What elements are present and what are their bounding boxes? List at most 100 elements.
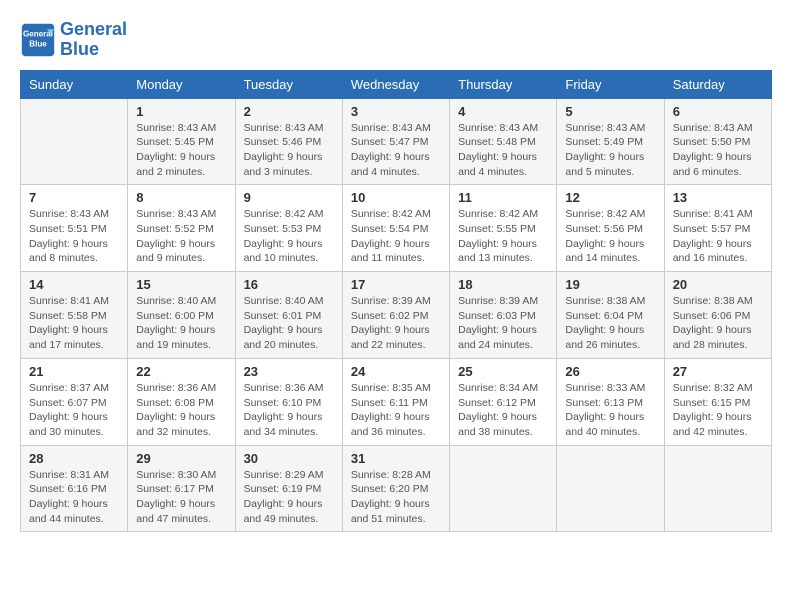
calendar-cell: 13 Sunrise: 8:41 AMSunset: 5:57 PMDayligh… bbox=[664, 185, 771, 272]
day-info: Sunrise: 8:40 AMSunset: 6:01 PMDaylight:… bbox=[244, 294, 334, 353]
day-info: Sunrise: 8:42 AMSunset: 5:55 PMDaylight:… bbox=[458, 207, 548, 266]
day-number: 1 bbox=[136, 104, 226, 119]
day-number: 10 bbox=[351, 190, 441, 205]
day-info: Sunrise: 8:43 AMSunset: 5:52 PMDaylight:… bbox=[136, 207, 226, 266]
day-info: Sunrise: 8:42 AMSunset: 5:54 PMDaylight:… bbox=[351, 207, 441, 266]
day-info: Sunrise: 8:42 AMSunset: 5:56 PMDaylight:… bbox=[565, 207, 655, 266]
calendar-cell bbox=[664, 445, 771, 532]
day-number: 25 bbox=[458, 364, 548, 379]
calendar-cell: 25 Sunrise: 8:34 AMSunset: 6:12 PMDayligh… bbox=[450, 358, 557, 445]
day-info: Sunrise: 8:43 AMSunset: 5:47 PMDaylight:… bbox=[351, 121, 441, 180]
day-number: 15 bbox=[136, 277, 226, 292]
header: General Blue General Blue bbox=[20, 20, 772, 60]
day-info: Sunrise: 8:41 AMSunset: 5:57 PMDaylight:… bbox=[673, 207, 763, 266]
weekday-header-saturday: Saturday bbox=[664, 70, 771, 98]
day-number: 9 bbox=[244, 190, 334, 205]
weekday-header-wednesday: Wednesday bbox=[342, 70, 449, 98]
week-row-2: 7Sunrise: 8:43 AMSunset: 5:51 PMDaylight… bbox=[21, 185, 772, 272]
day-info: Sunrise: 8:42 AMSunset: 5:53 PMDaylight:… bbox=[244, 207, 334, 266]
day-info: Sunrise: 8:43 AMSunset: 5:45 PMDaylight:… bbox=[136, 121, 226, 180]
logo-text: General Blue bbox=[60, 20, 127, 60]
calendar-table: SundayMondayTuesdayWednesdayThursdayFrid… bbox=[20, 70, 772, 533]
day-info: Sunrise: 8:37 AMSunset: 6:07 PMDaylight:… bbox=[29, 381, 119, 440]
logo-icon: General Blue bbox=[20, 22, 56, 58]
day-number: 4 bbox=[458, 104, 548, 119]
week-row-1: 1 Sunrise: 8:43 AMSunset: 5:45 PMDaylight… bbox=[21, 98, 772, 185]
day-number: 6 bbox=[673, 104, 763, 119]
weekday-header-monday: Monday bbox=[128, 70, 235, 98]
calendar-cell: 12 Sunrise: 8:42 AMSunset: 5:56 PMDayligh… bbox=[557, 185, 664, 272]
day-info: Sunrise: 8:43 AMSunset: 5:48 PMDaylight:… bbox=[458, 121, 548, 180]
day-info: Sunrise: 8:31 AMSunset: 6:16 PMDaylight:… bbox=[29, 468, 119, 527]
day-number: 23 bbox=[244, 364, 334, 379]
calendar-cell: 24 Sunrise: 8:35 AMSunset: 6:11 PMDayligh… bbox=[342, 358, 449, 445]
calendar-cell bbox=[450, 445, 557, 532]
day-number: 11 bbox=[458, 190, 548, 205]
day-number: 17 bbox=[351, 277, 441, 292]
day-info: Sunrise: 8:32 AMSunset: 6:15 PMDaylight:… bbox=[673, 381, 763, 440]
day-info: Sunrise: 8:34 AMSunset: 6:12 PMDaylight:… bbox=[458, 381, 548, 440]
day-info: Sunrise: 8:36 AMSunset: 6:08 PMDaylight:… bbox=[136, 381, 226, 440]
day-info: Sunrise: 8:41 AMSunset: 5:58 PMDaylight:… bbox=[29, 294, 119, 353]
day-info: Sunrise: 8:29 AMSunset: 6:19 PMDaylight:… bbox=[244, 468, 334, 527]
calendar-cell: 21Sunrise: 8:37 AMSunset: 6:07 PMDayligh… bbox=[21, 358, 128, 445]
calendar-cell: 6 Sunrise: 8:43 AMSunset: 5:50 PMDaylight… bbox=[664, 98, 771, 185]
weekday-header-friday: Friday bbox=[557, 70, 664, 98]
day-number: 31 bbox=[351, 451, 441, 466]
calendar-cell: 5 Sunrise: 8:43 AMSunset: 5:49 PMDaylight… bbox=[557, 98, 664, 185]
day-number: 18 bbox=[458, 277, 548, 292]
day-number: 27 bbox=[673, 364, 763, 379]
week-row-4: 21Sunrise: 8:37 AMSunset: 6:07 PMDayligh… bbox=[21, 358, 772, 445]
calendar-cell: 9 Sunrise: 8:42 AMSunset: 5:53 PMDaylight… bbox=[235, 185, 342, 272]
day-info: Sunrise: 8:43 AMSunset: 5:49 PMDaylight:… bbox=[565, 121, 655, 180]
day-number: 5 bbox=[565, 104, 655, 119]
calendar-cell: 23 Sunrise: 8:36 AMSunset: 6:10 PMDayligh… bbox=[235, 358, 342, 445]
calendar-cell: 17 Sunrise: 8:39 AMSunset: 6:02 PMDayligh… bbox=[342, 272, 449, 359]
day-info: Sunrise: 8:38 AMSunset: 6:06 PMDaylight:… bbox=[673, 294, 763, 353]
day-info: Sunrise: 8:39 AMSunset: 6:03 PMDaylight:… bbox=[458, 294, 548, 353]
day-info: Sunrise: 8:35 AMSunset: 6:11 PMDaylight:… bbox=[351, 381, 441, 440]
day-info: Sunrise: 8:38 AMSunset: 6:04 PMDaylight:… bbox=[565, 294, 655, 353]
calendar-cell: 8 Sunrise: 8:43 AMSunset: 5:52 PMDaylight… bbox=[128, 185, 235, 272]
day-number: 22 bbox=[136, 364, 226, 379]
calendar-cell: 27 Sunrise: 8:32 AMSunset: 6:15 PMDayligh… bbox=[664, 358, 771, 445]
day-info: Sunrise: 8:40 AMSunset: 6:00 PMDaylight:… bbox=[136, 294, 226, 353]
day-number: 13 bbox=[673, 190, 763, 205]
week-row-5: 28 Sunrise: 8:31 AMSunset: 6:16 PMDayligh… bbox=[21, 445, 772, 532]
weekday-header-thursday: Thursday bbox=[450, 70, 557, 98]
day-number: 8 bbox=[136, 190, 226, 205]
calendar-cell: 22 Sunrise: 8:36 AMSunset: 6:08 PMDayligh… bbox=[128, 358, 235, 445]
day-number: 2 bbox=[244, 104, 334, 119]
day-info: Sunrise: 8:39 AMSunset: 6:02 PMDaylight:… bbox=[351, 294, 441, 353]
calendar-cell: 3 Sunrise: 8:43 AMSunset: 5:47 PMDaylight… bbox=[342, 98, 449, 185]
day-number: 28 bbox=[29, 451, 119, 466]
calendar-cell: 16Sunrise: 8:40 AMSunset: 6:01 PMDayligh… bbox=[235, 272, 342, 359]
day-number: 26 bbox=[565, 364, 655, 379]
day-info: Sunrise: 8:33 AMSunset: 6:13 PMDaylight:… bbox=[565, 381, 655, 440]
weekday-header-sunday: Sunday bbox=[21, 70, 128, 98]
day-number: 7 bbox=[29, 190, 119, 205]
calendar-cell bbox=[21, 98, 128, 185]
calendar-cell: 29Sunrise: 8:30 AMSunset: 6:17 PMDayligh… bbox=[128, 445, 235, 532]
calendar-cell: 20Sunrise: 8:38 AMSunset: 6:06 PMDayligh… bbox=[664, 272, 771, 359]
calendar-cell: 19 Sunrise: 8:38 AMSunset: 6:04 PMDayligh… bbox=[557, 272, 664, 359]
calendar-cell: 18 Sunrise: 8:39 AMSunset: 6:03 PMDayligh… bbox=[450, 272, 557, 359]
week-row-3: 14 Sunrise: 8:41 AMSunset: 5:58 PMDayligh… bbox=[21, 272, 772, 359]
day-info: Sunrise: 8:36 AMSunset: 6:10 PMDaylight:… bbox=[244, 381, 334, 440]
calendar-cell: 11 Sunrise: 8:42 AMSunset: 5:55 PMDayligh… bbox=[450, 185, 557, 272]
day-number: 12 bbox=[565, 190, 655, 205]
day-info: Sunrise: 8:28 AMSunset: 6:20 PMDaylight:… bbox=[351, 468, 441, 527]
calendar-cell: 15 Sunrise: 8:40 AMSunset: 6:00 PMDayligh… bbox=[128, 272, 235, 359]
day-number: 14 bbox=[29, 277, 119, 292]
day-number: 3 bbox=[351, 104, 441, 119]
weekday-header-tuesday: Tuesday bbox=[235, 70, 342, 98]
calendar-cell: 4 Sunrise: 8:43 AMSunset: 5:48 PMDaylight… bbox=[450, 98, 557, 185]
day-number: 24 bbox=[351, 364, 441, 379]
day-info: Sunrise: 8:43 AMSunset: 5:46 PMDaylight:… bbox=[244, 121, 334, 180]
calendar-cell: 10 Sunrise: 8:42 AMSunset: 5:54 PMDayligh… bbox=[342, 185, 449, 272]
calendar-cell: 28 Sunrise: 8:31 AMSunset: 6:16 PMDayligh… bbox=[21, 445, 128, 532]
day-info: Sunrise: 8:43 AMSunset: 5:50 PMDaylight:… bbox=[673, 121, 763, 180]
calendar-cell: 1 Sunrise: 8:43 AMSunset: 5:45 PMDaylight… bbox=[128, 98, 235, 185]
weekday-header-row: SundayMondayTuesdayWednesdayThursdayFrid… bbox=[21, 70, 772, 98]
day-number: 19 bbox=[565, 277, 655, 292]
